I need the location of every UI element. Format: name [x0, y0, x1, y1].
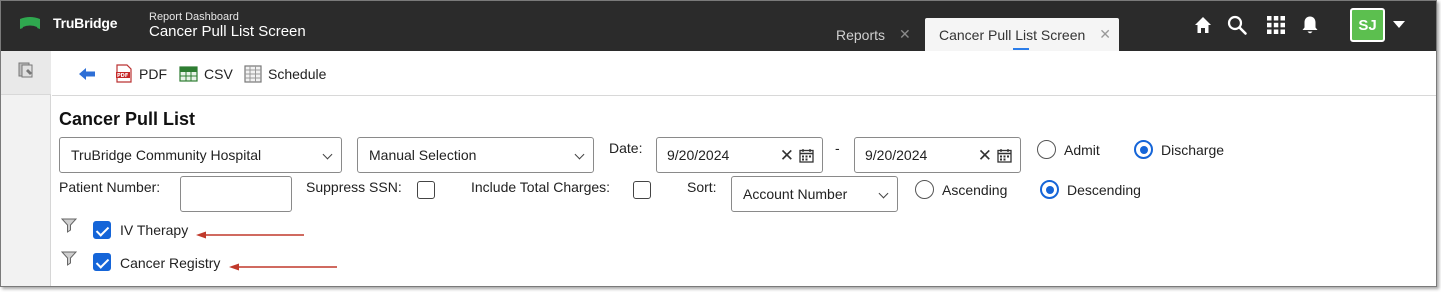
sort-select[interactable]: Account Number: [731, 176, 898, 212]
apps-grid-icon[interactable]: [1265, 14, 1287, 36]
export-pdf-button[interactable]: PDF PDF: [114, 64, 167, 83]
date-label: Date:: [609, 140, 643, 156]
tab-label: Cancer Pull List Screen: [939, 26, 1086, 43]
csv-file-icon: [179, 64, 198, 83]
app-window: TruBridge Report Dashboard Cancer Pull L…: [0, 0, 1437, 287]
chevron-down-icon: [878, 188, 889, 199]
app-logo[interactable]: TruBridge: [19, 15, 118, 31]
clear-icon[interactable]: ✕: [780, 146, 794, 166]
report-subtitle: Report Dashboard: [149, 11, 239, 23]
page-title: Cancer Pull List Screen: [149, 23, 306, 40]
facility-select[interactable]: TruBridge Community Hospital: [59, 137, 342, 173]
radio-descending-label: Descending: [1067, 182, 1141, 198]
report-document-icon: [17, 61, 35, 84]
sidebar-item-reports[interactable]: [1, 51, 51, 95]
export-csv-button[interactable]: CSV: [179, 64, 233, 83]
search-icon[interactable]: [1226, 14, 1248, 36]
schedule-button[interactable]: Schedule: [243, 64, 326, 83]
annotation-arrow-icon: [229, 259, 339, 271]
selection-mode-value: Manual Selection: [369, 147, 477, 163]
include-total-charges-checkbox[interactable]: [633, 181, 651, 199]
annotation-arrow-icon: [196, 227, 306, 239]
date-from-value: 9/20/2024: [667, 147, 730, 163]
tab-reports[interactable]: Reports ✕: [819, 18, 923, 51]
patient-number-label: Patient Number:: [59, 179, 161, 195]
radio-ascending-label: Ascending: [942, 182, 1008, 198]
chevron-down-icon[interactable]: [1393, 21, 1405, 28]
pdf-file-icon: PDF: [114, 64, 133, 83]
chevron-down-icon: [322, 149, 333, 160]
sort-select-value: Account Number: [743, 186, 848, 202]
patient-number-input[interactable]: [180, 176, 292, 212]
clear-icon[interactable]: ✕: [978, 146, 992, 166]
date-to-field[interactable]: 9/20/2024 ✕: [854, 137, 1021, 173]
date-to-value: 9/20/2024: [865, 147, 928, 163]
left-sidebar: [1, 51, 51, 286]
radio-admit[interactable]: [1037, 140, 1056, 159]
pdf-label: PDF: [139, 65, 167, 82]
schedule-label: Schedule: [268, 65, 327, 82]
suppress-ssn-label: Suppress SSN:: [306, 179, 402, 195]
chevron-down-icon: [574, 149, 585, 160]
calendar-icon[interactable]: [997, 148, 1012, 166]
tab-close-icon[interactable]: ✕: [899, 26, 911, 43]
back-arrow-icon: [77, 64, 96, 83]
notification-bell-icon[interactable]: [1299, 14, 1321, 36]
back-button[interactable]: [77, 64, 96, 83]
schedule-grid-icon: [243, 64, 262, 83]
sort-label: Sort:: [687, 179, 717, 195]
report-toolbar: PDF PDF CSV Schedule: [52, 51, 1436, 96]
tab-cancer-pull-list-screen[interactable]: Cancer Pull List Screen ✕: [925, 18, 1119, 51]
tab-label: Reports: [836, 26, 886, 43]
report-title-block: Report Dashboard Cancer Pull List Screen: [149, 11, 306, 41]
cancer-registry-label: Cancer Registry: [120, 255, 221, 271]
tab-close-icon[interactable]: ✕: [1099, 26, 1111, 43]
calendar-icon[interactable]: [799, 148, 814, 166]
active-tab-indicator: [1013, 48, 1029, 50]
home-icon[interactable]: [1192, 14, 1214, 36]
logo-text: TruBridge: [53, 15, 118, 31]
user-avatar[interactable]: SJ: [1350, 8, 1385, 42]
radio-descending[interactable]: [1040, 180, 1059, 199]
top-bar: TruBridge Report Dashboard Cancer Pull L…: [1, 1, 1436, 51]
csv-label: CSV: [204, 65, 233, 82]
filter-funnel-icon[interactable]: [60, 217, 78, 233]
radio-ascending[interactable]: [915, 180, 934, 199]
date-from-field[interactable]: 9/20/2024 ✕: [656, 137, 823, 173]
svg-text:PDF: PDF: [117, 73, 128, 79]
selection-mode-select[interactable]: Manual Selection: [357, 137, 594, 173]
suppress-ssn-checkbox[interactable]: [417, 181, 435, 199]
form-heading: Cancer Pull List: [59, 109, 196, 129]
facility-select-value: TruBridge Community Hospital: [71, 147, 262, 163]
date-range-separator: -: [835, 140, 840, 156]
radio-discharge-label: Discharge: [1161, 142, 1225, 158]
cancer-registry-checkbox[interactable]: [93, 253, 111, 271]
trubridge-logo-icon: [19, 16, 41, 30]
iv-therapy-label: IV Therapy: [120, 222, 189, 238]
radio-discharge[interactable]: [1134, 140, 1153, 159]
filter-funnel-icon[interactable]: [60, 250, 78, 266]
include-total-charges-label: Include Total Charges:: [471, 179, 611, 195]
radio-admit-label: Admit: [1064, 142, 1100, 158]
iv-therapy-checkbox[interactable]: [93, 221, 111, 239]
